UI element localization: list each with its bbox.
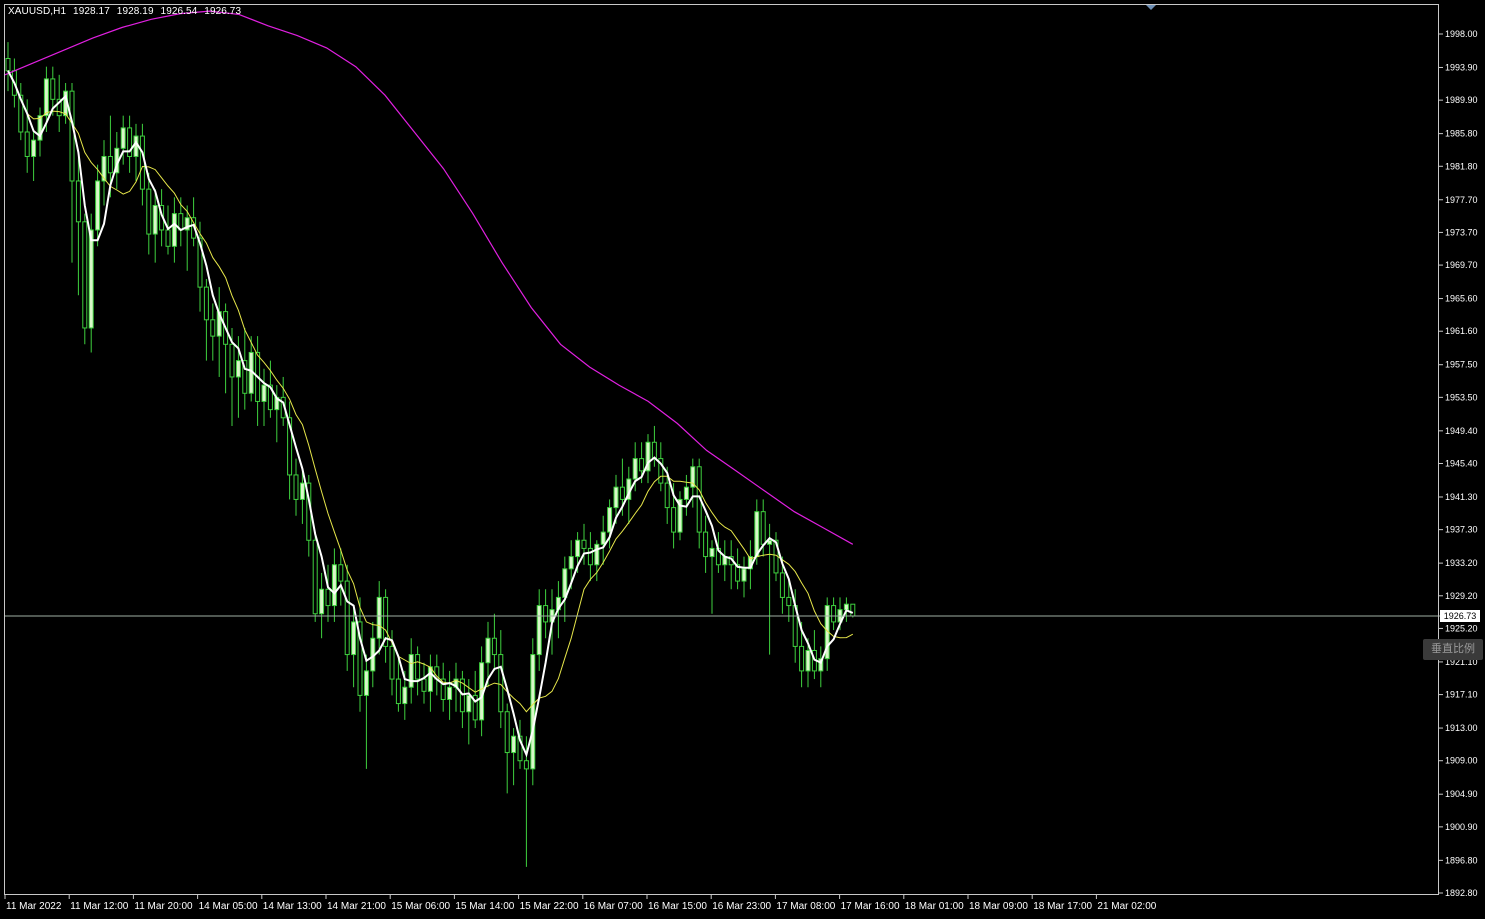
time-tick-label: 11 Mar 12:00 xyxy=(70,901,129,912)
symbol-name: XAUUSD,H1 xyxy=(8,6,67,17)
time-tick-label: 14 Mar 21:00 xyxy=(327,901,386,912)
high-price: 1928.19 xyxy=(116,6,154,17)
price-tick-label: 1925.20 xyxy=(1445,623,1478,633)
price-tick-label: 1929.20 xyxy=(1445,591,1478,601)
price-tick-label: 1977.70 xyxy=(1445,195,1478,205)
time-tick-label: 15 Mar 14:00 xyxy=(455,901,514,912)
time-tick-label: 18 Mar 09:00 xyxy=(969,901,1028,912)
price-tick-label: 1981.80 xyxy=(1445,161,1478,171)
price-tick-label: 1973.70 xyxy=(1445,227,1478,237)
time-tick-label: 14 Mar 05:00 xyxy=(199,901,258,912)
price-tick-label: 1913.00 xyxy=(1445,723,1478,733)
time-tick-label: 11 Mar 20:00 xyxy=(134,901,193,912)
price-tick-label: 1957.50 xyxy=(1445,360,1478,370)
price-tick-label: 1961.60 xyxy=(1445,326,1478,336)
price-tick-label: 1892.80 xyxy=(1445,888,1478,898)
close-price: 1926.73 xyxy=(204,6,242,17)
price-tick-label: 1965.60 xyxy=(1445,294,1478,304)
time-axis[interactable]: 11 Mar 2022 11 Mar 12:00 11 Mar 20:00 14 Ma… xyxy=(4,895,1157,912)
time-tick-label: 21 Mar 02:00 xyxy=(1097,901,1156,912)
open-price: 1928.17 xyxy=(73,6,110,17)
price-tick-label: 1904.90 xyxy=(1445,789,1478,799)
chart-window[interactable]: 1998.00 1993.90 1989.90 1985.80 1981.80 1977.… xyxy=(0,0,1485,919)
price-tick-label: 1937.30 xyxy=(1445,525,1478,535)
time-tick-label: 16 Mar 07:00 xyxy=(584,901,643,912)
time-tick-label: 17 Mar 16:00 xyxy=(841,901,900,912)
price-tick-label: 1985.80 xyxy=(1445,129,1478,139)
price-axis[interactable]: 1998.00 1993.90 1989.90 1985.80 1981.80 1977.… xyxy=(1439,29,1478,898)
symbol-header: XAUUSD,H1 1928.17 1928.19 1926.54 1926.7… xyxy=(8,6,245,17)
fixed-scale-badge[interactable]: 垂直比例 xyxy=(1423,639,1483,660)
price-tick-label: 1998.00 xyxy=(1445,29,1478,39)
plot-frame xyxy=(4,4,1439,895)
price-tick-label: 1941.30 xyxy=(1445,492,1478,502)
price-tick-label: 1909.00 xyxy=(1445,756,1478,766)
price-tick-label: 1933.20 xyxy=(1445,558,1478,568)
price-tick-label: 1969.70 xyxy=(1445,260,1478,270)
price-tick-label: 1993.90 xyxy=(1445,62,1478,72)
time-tick-label: 16 Mar 15:00 xyxy=(648,901,707,912)
price-tick-label: 1953.50 xyxy=(1445,392,1478,402)
time-tick-label: 18 Mar 01:00 xyxy=(905,901,964,912)
time-tick-label: 11 Mar 2022 xyxy=(6,901,62,912)
time-tick-label: 15 Mar 06:00 xyxy=(391,901,450,912)
price-tick-label: 1900.90 xyxy=(1445,822,1478,832)
price-tick-label: 1917.10 xyxy=(1445,690,1478,700)
price-tick-label: 1945.40 xyxy=(1445,459,1478,469)
low-price: 1926.54 xyxy=(160,6,198,17)
price-tick-label: 1896.80 xyxy=(1445,855,1478,865)
current-price-label: 1926.73 xyxy=(1440,609,1480,622)
time-tick-label: 14 Mar 13:00 xyxy=(263,901,322,912)
price-tick-label: 1949.40 xyxy=(1445,426,1478,436)
time-tick-label: 16 Mar 23:00 xyxy=(712,901,771,912)
time-tick-label: 17 Mar 08:00 xyxy=(776,901,835,912)
time-tick-label: 15 Mar 22:00 xyxy=(520,901,579,912)
price-tick-label: 1989.90 xyxy=(1445,95,1478,105)
time-tick-label: 18 Mar 17:00 xyxy=(1033,901,1092,912)
